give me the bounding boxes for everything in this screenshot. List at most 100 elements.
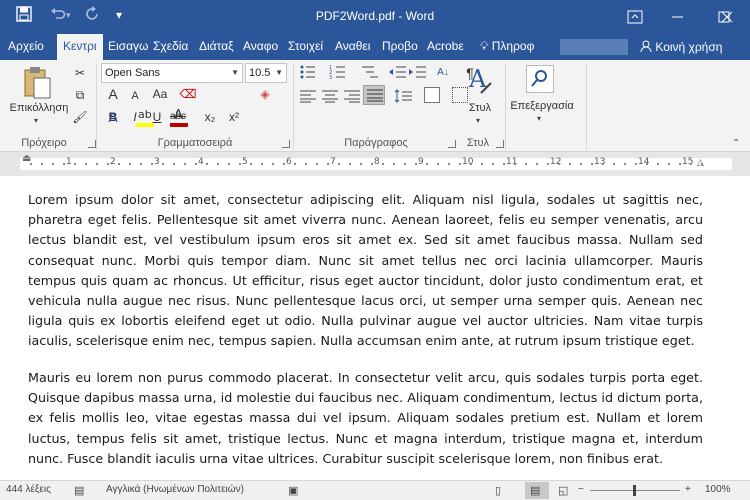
- tab-acrobat[interactable]: Acrobε: [427, 34, 469, 60]
- zoom-level[interactable]: 100%: [705, 484, 731, 495]
- language[interactable]: Αγγλικά (Ηνωμένων Πολιτειών): [106, 484, 244, 495]
- change-case-icon[interactable]: Aa: [150, 85, 170, 105]
- bullets-icon[interactable]: [299, 64, 321, 84]
- ruler-number: 12: [550, 157, 562, 167]
- grow-font-icon[interactable]: A: [103, 85, 123, 105]
- multilevel-list-icon[interactable]: [360, 64, 380, 84]
- decrease-indent-icon[interactable]: [388, 64, 408, 84]
- styles-group-label: Στυλ: [466, 137, 490, 149]
- clipboard-paste-icon[interactable]: [22, 66, 52, 104]
- title-bar: ▾ ▾ PDF2Word.pdf - Word: [0, 0, 750, 34]
- subscript-button[interactable]: x₂: [200, 108, 220, 128]
- line-spacing-icon[interactable]: [394, 88, 414, 107]
- font-name-value: Open Sans: [105, 67, 161, 79]
- highlight-swatch: [136, 123, 154, 127]
- font-size-value: 10.5: [249, 67, 271, 79]
- text-effects-button[interactable]: A: [103, 108, 123, 128]
- tab-layout[interactable]: Διάταξ: [199, 34, 239, 60]
- superscript-button[interactable]: x²: [224, 108, 244, 128]
- clipboard-launcher-icon[interactable]: [88, 140, 96, 148]
- read-mode-icon[interactable]: ▯: [495, 484, 501, 497]
- print-layout-icon: ▤: [530, 485, 541, 497]
- paste-dropdown-icon[interactable]: ▾: [34, 116, 38, 125]
- styles-icon[interactable]: A: [467, 65, 493, 101]
- ruler-tick: [470, 163, 472, 165]
- styles-label[interactable]: Στυλ: [462, 102, 498, 114]
- paragraph-1[interactable]: Lorem ipsum dolor sit amet, consectetur …: [28, 190, 703, 352]
- ruler-tick: [657, 163, 659, 165]
- tab-mailings[interactable]: Στοιχεί: [288, 34, 330, 60]
- tab-references[interactable]: Αναφο: [243, 34, 283, 60]
- font-color-letter: A: [174, 108, 183, 123]
- copy-icon[interactable]: ⧉: [70, 86, 90, 106]
- styles-launcher-icon[interactable]: [496, 140, 504, 148]
- ribbon-tabs: Αρχείο Κεντρι Εισαγω Σχεδία Διάταξ Αναφο…: [0, 34, 750, 60]
- chevron-down-icon: ▼: [275, 68, 283, 77]
- chevron-down-icon: ▼: [231, 68, 239, 77]
- cut-icon[interactable]: ✂: [70, 64, 90, 84]
- account-name-redacted: [560, 39, 628, 55]
- font-size-combo[interactable]: 10.5 ▼: [245, 63, 287, 83]
- borders-icon[interactable]: [452, 87, 468, 103]
- find-icon[interactable]: [526, 65, 554, 93]
- font-launcher-icon[interactable]: [282, 140, 290, 148]
- ruler-tick: [591, 163, 593, 165]
- sort-icon[interactable]: A↓: [433, 64, 453, 84]
- align-left-icon[interactable]: [299, 88, 317, 107]
- shading-icon[interactable]: [424, 87, 440, 103]
- separator: [586, 64, 587, 150]
- ribbon-display-icon[interactable]: [612, 0, 658, 34]
- ruler-tick: [228, 163, 230, 165]
- zoom-slider-thumb[interactable]: [633, 485, 636, 496]
- format-painter-icon[interactable]: 🖌︎: [70, 108, 90, 128]
- ruler-tick: [613, 163, 615, 165]
- collapse-ribbon-icon[interactable]: ⌃: [732, 138, 740, 149]
- clear-formatting-icon[interactable]: ⌫: [178, 85, 198, 105]
- minimize-button[interactable]: [655, 0, 701, 34]
- font-color-button[interactable]: A: [170, 108, 192, 128]
- numbering-icon[interactable]: 123: [329, 64, 351, 84]
- ruler-tick: [371, 163, 373, 165]
- tab-design[interactable]: Σχεδία: [153, 34, 195, 60]
- document-page[interactable]: Lorem ipsum dolor sit amet, consectetur …: [0, 176, 750, 480]
- align-center-icon[interactable]: [321, 88, 339, 107]
- styles-dropdown-icon[interactable]: ▾: [476, 116, 480, 125]
- align-right-icon[interactable]: [343, 88, 361, 107]
- increase-indent-icon[interactable]: [408, 64, 428, 84]
- ruler-tick: [162, 163, 164, 165]
- close-button[interactable]: [704, 0, 750, 34]
- web-layout-icon[interactable]: ◱: [558, 484, 568, 497]
- svg-text:3: 3: [329, 75, 332, 80]
- paragraph-launcher-icon[interactable]: [448, 140, 456, 148]
- zoom-in-icon[interactable]: +: [685, 484, 691, 495]
- tab-file[interactable]: Αρχείο: [8, 34, 50, 60]
- ruler[interactable]: ⏏ △ 1123456789101112131415: [0, 153, 750, 175]
- zoom-out-icon[interactable]: −: [578, 484, 584, 495]
- tab-home[interactable]: Κεντρι: [57, 34, 103, 60]
- ruler-tick: [283, 163, 285, 165]
- word-count[interactable]: 444 λέξεις: [6, 484, 51, 495]
- shrink-font-icon[interactable]: A: [125, 87, 145, 107]
- justify-button[interactable]: [363, 85, 385, 105]
- ruler-number: 6: [286, 157, 292, 167]
- ruler-tick: [239, 163, 241, 165]
- editing-dropdown-icon[interactable]: ▾: [537, 114, 541, 123]
- highlighter-icon: ab: [138, 108, 152, 121]
- clipboard-group-label: Πρόχειρο: [21, 137, 67, 149]
- ruler-tick: [459, 163, 461, 165]
- tab-view[interactable]: Προβο: [382, 34, 422, 60]
- tab-insert[interactable]: Εισαγω: [108, 34, 148, 60]
- ruler-tick: [547, 163, 549, 165]
- highlight-color-button[interactable]: ab: [136, 108, 158, 128]
- editing-label[interactable]: Επεξεργασία: [505, 100, 579, 112]
- proofing-icon[interactable]: ▤: [74, 484, 84, 497]
- tab-review[interactable]: Αναθει: [335, 34, 377, 60]
- eraser-icon[interactable]: ◈: [255, 85, 275, 105]
- font-name-combo[interactable]: Open Sans ▼: [101, 63, 243, 83]
- macro-icon[interactable]: ▣: [288, 484, 298, 497]
- paste-label[interactable]: Επικόλληση: [2, 102, 76, 114]
- separator: [96, 64, 97, 150]
- paragraph-2[interactable]: Mauris eu lorem non purus commodo placer…: [28, 368, 703, 469]
- share-button[interactable]: Κοινή χρήση: [640, 37, 722, 57]
- tell-me-search[interactable]: 💡︎ Πληροφ: [480, 34, 534, 60]
